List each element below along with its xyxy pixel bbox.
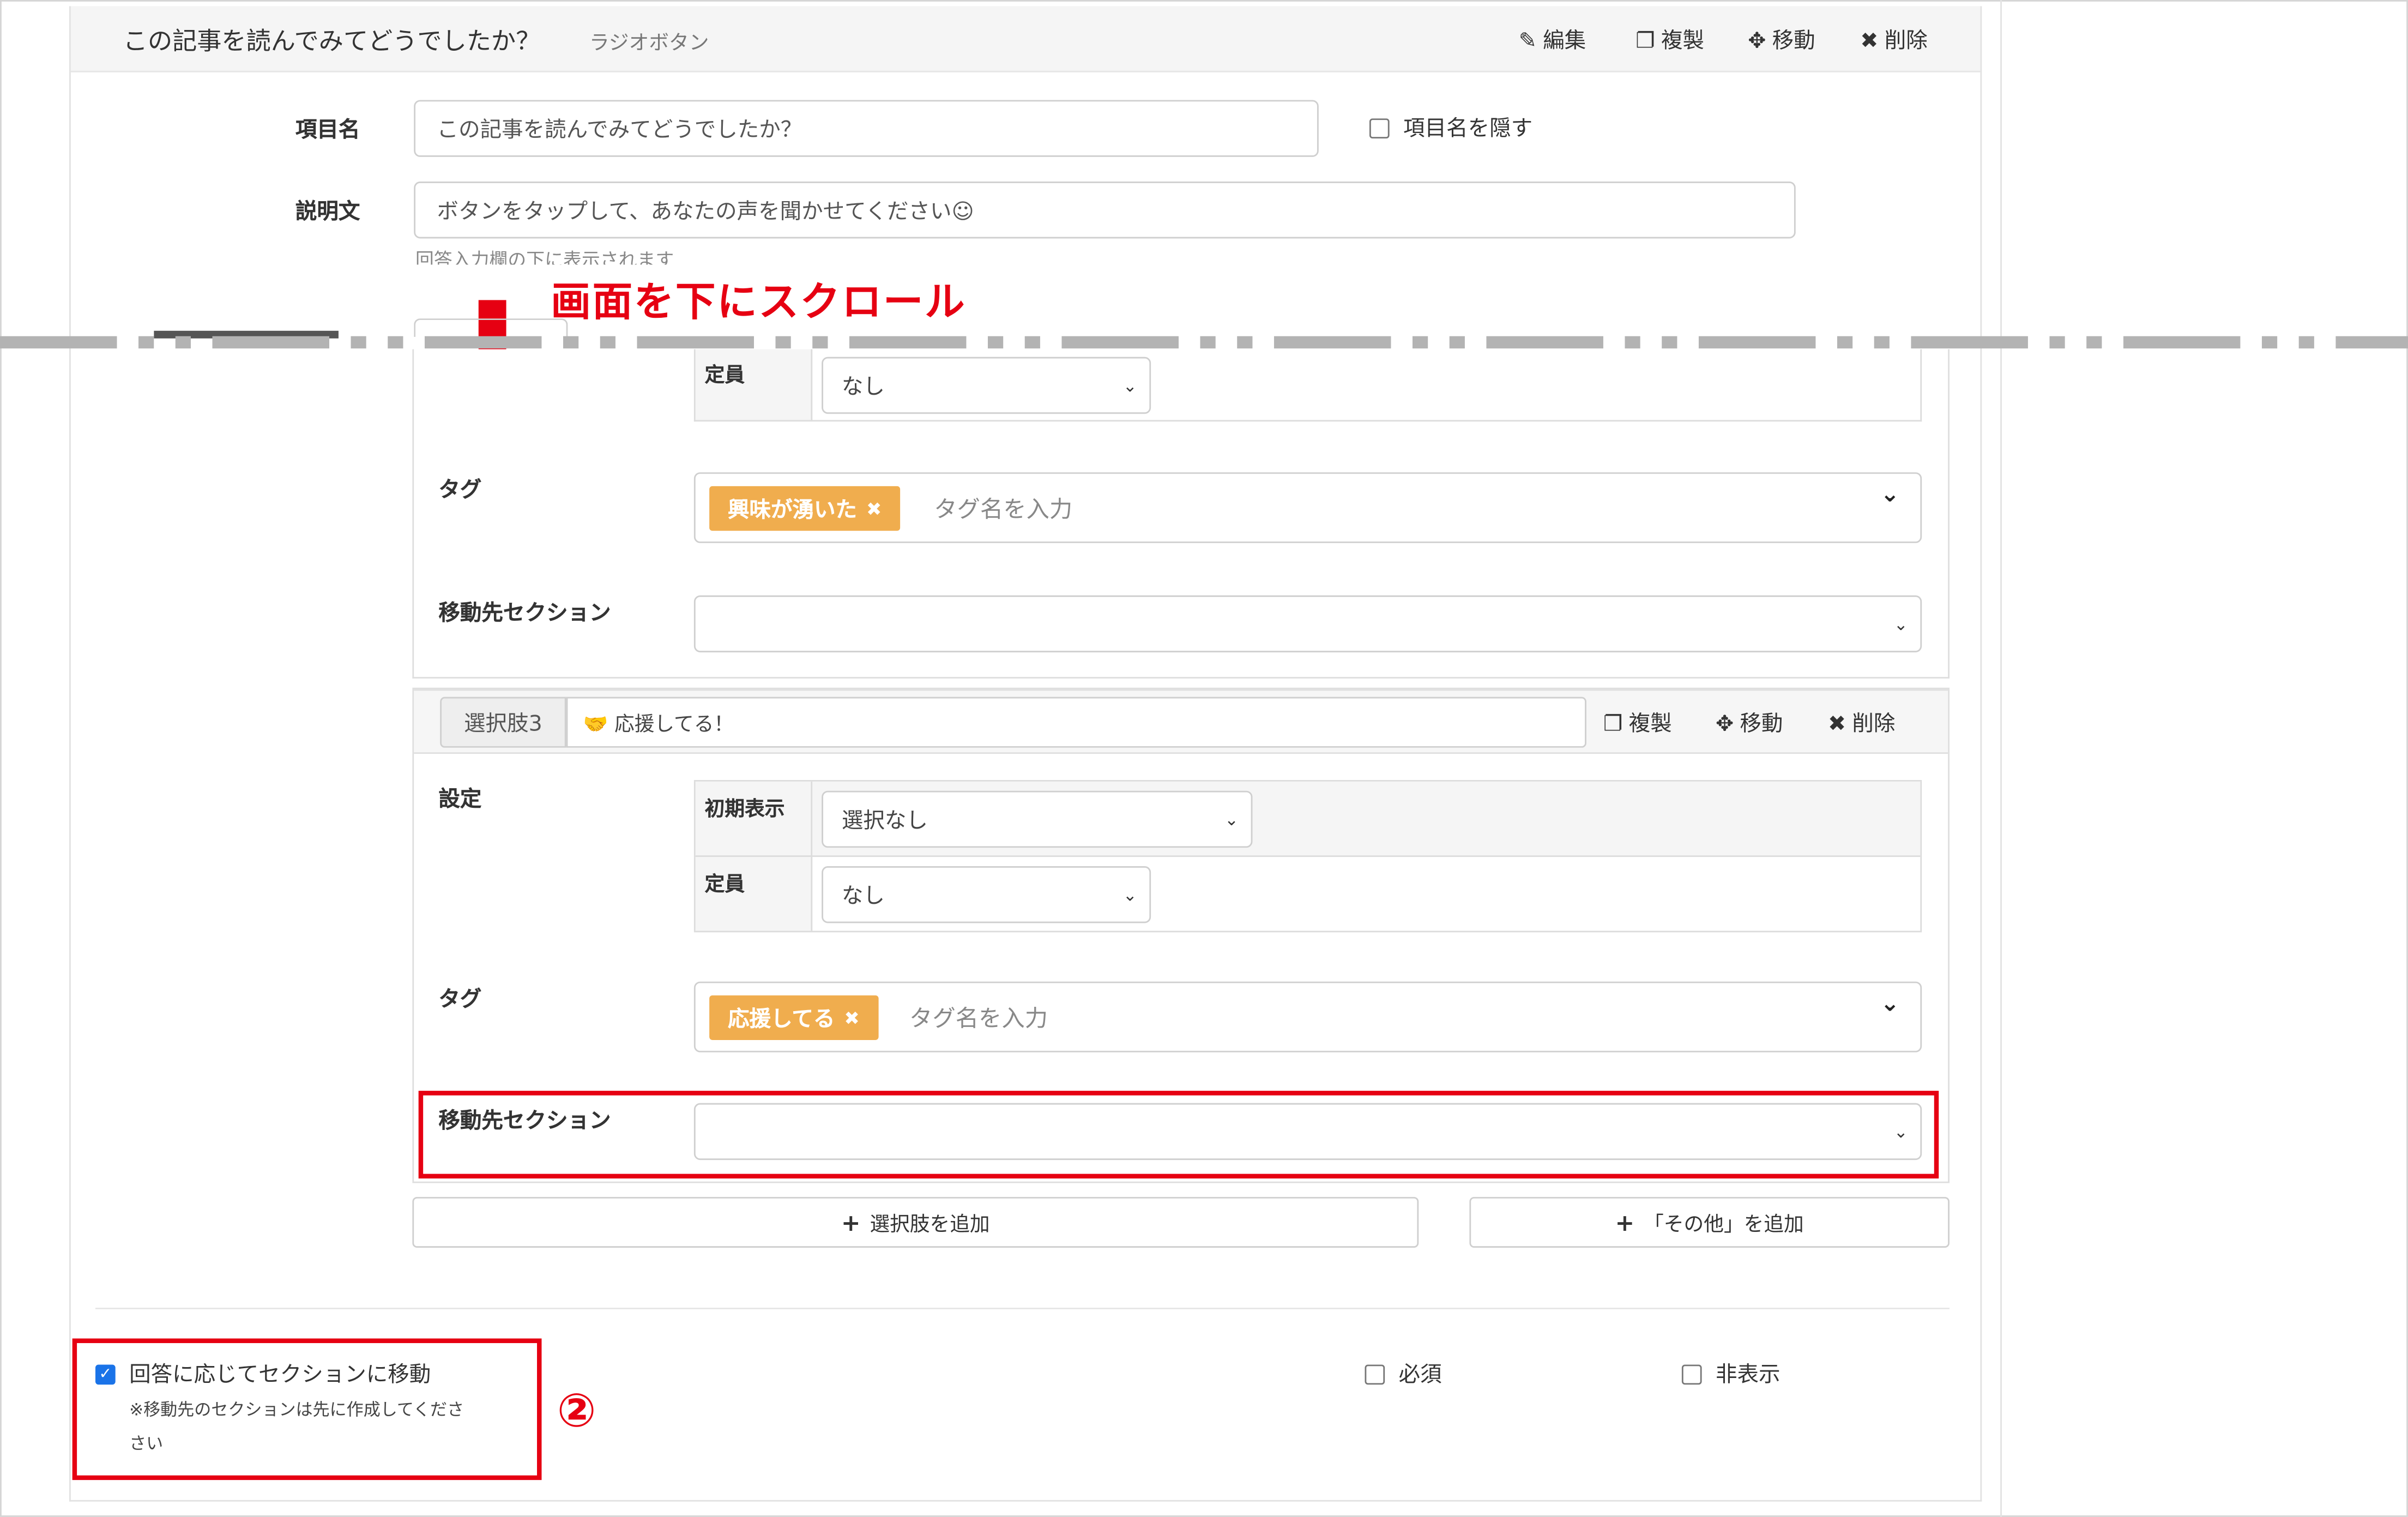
question-title: この記事を読んでみてどうでしたか？ xyxy=(123,26,541,56)
add-choice-button[interactable]: + 選択肢を追加 xyxy=(412,1196,1419,1248)
choice3-duplicate-label: 複製 xyxy=(1628,712,1672,737)
choice2-capacity-value: なし xyxy=(841,374,885,400)
cutoff-row-input xyxy=(414,318,568,337)
move-label: 移動 xyxy=(1772,29,1815,54)
choice3-initial-label: 初期表示 xyxy=(704,798,785,822)
choice3-initial-value: 選択なし xyxy=(841,808,928,833)
choice2-section-label: 移動先セクション xyxy=(438,601,611,626)
choice3-capacity-label: 定員 xyxy=(704,874,745,897)
chevron-down-icon: ⌄ xyxy=(1122,375,1137,396)
hidden-label: 非表示 xyxy=(1715,1363,1781,1388)
pencil-icon: ✎ xyxy=(1518,29,1537,54)
delete-icon: ✖ xyxy=(1828,712,1846,737)
hide-label-checkbox[interactable] xyxy=(1369,118,1390,139)
choice2-tag-chip-text: 興味が湧いた xyxy=(727,498,858,523)
chevron-down-icon: ⌄ xyxy=(1224,809,1239,830)
choice3-tag-chip-text: 応援してる xyxy=(727,1007,835,1032)
choice3-duplicate-button[interactable]: ❐ 複製 xyxy=(1603,708,1672,738)
footer-divider xyxy=(95,1308,1950,1309)
question-type: ラジオボタン xyxy=(589,32,709,56)
delete-button[interactable]: ✖ 削除 xyxy=(1860,25,1927,55)
duplicate-icon: ❐ xyxy=(1635,29,1655,54)
duplicate-icon: ❐ xyxy=(1603,712,1623,737)
required-checkbox[interactable] xyxy=(1365,1364,1385,1385)
choice3-input[interactable]: 🤝 応援してる！ xyxy=(566,697,1586,748)
add-other-label: 「その他」を追加 xyxy=(1644,1213,1804,1237)
choice3-tag-field[interactable] xyxy=(693,981,1922,1053)
choice2-capacity-label: 定員 xyxy=(704,364,745,388)
choice3-capacity-value: なし xyxy=(841,884,885,909)
scroll-annotation: 画面を下にスクロール xyxy=(551,280,967,327)
chevron-down-icon: ⌄ xyxy=(1893,614,1908,634)
choice3-capacity-select[interactable]: なし ⌄ xyxy=(822,866,1151,923)
choice2-tag-chip[interactable]: 興味が湧いた ✖ xyxy=(709,486,901,531)
move-button[interactable]: ✥ 移動 xyxy=(1748,25,1815,55)
edit-label: 編集 xyxy=(1543,29,1586,54)
add-choice-label: 選択肢を追加 xyxy=(870,1213,990,1237)
add-other-button[interactable]: + 「その他」を追加 xyxy=(1469,1196,1950,1248)
chevron-down-icon[interactable]: ⌄ xyxy=(1880,989,1900,1017)
highlight-section-select xyxy=(418,1091,1939,1178)
plus-icon: + xyxy=(1615,1208,1635,1236)
required-label: 必須 xyxy=(1398,1363,1442,1388)
description-input[interactable]: ボタンをタップして、あなたの声を聞かせてください☺ xyxy=(414,182,1796,239)
edit-button[interactable]: ✎ 編集 xyxy=(1519,25,1586,55)
choice3-tag-label: タグ xyxy=(438,987,482,1013)
choice2-tag-label: タグ xyxy=(438,478,482,503)
choice2-tag-placeholder: タグ名を入力 xyxy=(934,495,1073,523)
choice3-move-button[interactable]: ✥ 移動 xyxy=(1716,708,1783,738)
description-help: 回答入力欄の下に表示されます xyxy=(415,249,674,265)
choice3-tag-placeholder: タグ名を入力 xyxy=(909,1005,1048,1032)
description-label: 説明文 xyxy=(295,200,360,225)
step-number-annotation: ② xyxy=(557,1385,596,1439)
duplicate-label: 複製 xyxy=(1661,29,1704,54)
chevron-down-icon[interactable]: ⌄ xyxy=(1880,480,1900,508)
highlight-move-by-answer xyxy=(72,1338,542,1480)
choice3-tag-chip[interactable]: 応援してる ✖ xyxy=(709,995,878,1040)
vertical-divider xyxy=(2000,0,2002,1517)
plus-icon: + xyxy=(841,1208,861,1236)
duplicate-button[interactable]: ❐ 複製 xyxy=(1635,25,1704,55)
choice3-badge: 選択肢3 xyxy=(440,697,566,748)
hidden-checkbox[interactable] xyxy=(1681,1364,1702,1385)
hide-label-text: 項目名を隠す xyxy=(1403,117,1533,142)
item-name-label: 項目名 xyxy=(295,118,360,143)
move-icon: ✥ xyxy=(1748,29,1766,54)
choice3-move-label: 移動 xyxy=(1740,712,1783,737)
item-name-input[interactable]: この記事を読んでみてどうでしたか？ xyxy=(414,100,1319,157)
cut-divider xyxy=(0,335,2408,349)
delete-icon: ✖ xyxy=(1860,29,1879,54)
choice2-capacity-select[interactable]: なし ⌄ xyxy=(822,356,1151,414)
move-icon: ✥ xyxy=(1715,712,1734,737)
choice3-delete-label: 削除 xyxy=(1852,712,1896,737)
choice3-grid-divider xyxy=(695,855,1921,857)
choice3-delete-button[interactable]: ✖ 削除 xyxy=(1828,708,1895,738)
chevron-down-icon: ⌄ xyxy=(1122,884,1137,905)
choice3-settings-label: 設定 xyxy=(438,788,482,813)
choice2-section-select[interactable]: ⌄ xyxy=(693,595,1922,652)
choice3-initial-select[interactable]: 選択なし ⌄ xyxy=(822,790,1253,848)
delete-label: 削除 xyxy=(1884,29,1928,54)
remove-tag-icon[interactable]: ✖ xyxy=(844,1007,859,1029)
remove-tag-icon[interactable]: ✖ xyxy=(866,498,882,519)
